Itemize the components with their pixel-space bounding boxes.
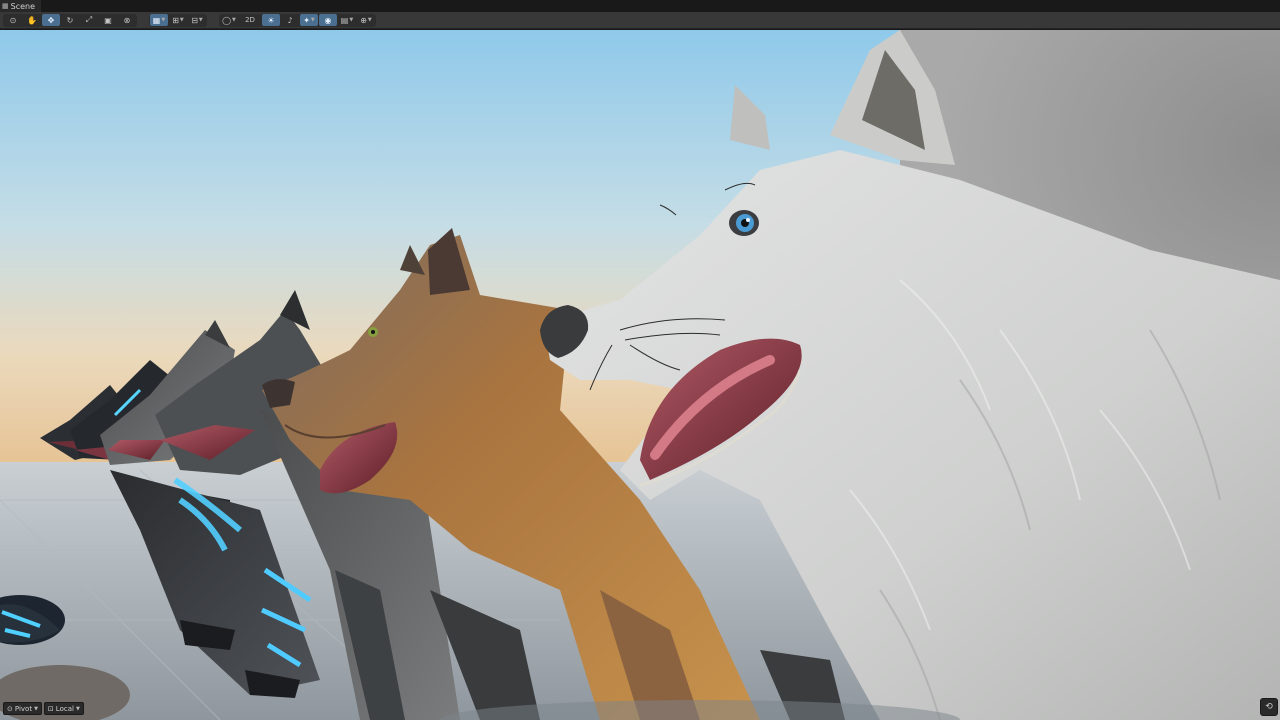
grid-snap-icon[interactable]: ⊞▼ — [169, 14, 187, 26]
local-label: Local — [56, 705, 74, 713]
gizmos-dropdown[interactable]: ⊕▼ — [357, 14, 375, 26]
scale-tool-icon[interactable]: ⤢ — [80, 14, 98, 26]
snap-group: ▦▼ ⊞▼ ⊟▼ — [149, 14, 207, 27]
move-tool-icon[interactable]: ✥ — [42, 14, 60, 26]
hand-tool-icon[interactable]: ✋ — [23, 14, 41, 26]
global-grid-icon[interactable]: ▦▼ — [150, 14, 168, 26]
pivot-icon: ⊙ — [7, 705, 13, 713]
unity-editor-scene-window: ▦ Scene ⊙ ✋ ✥ ↻ ⤢ ▣ ⊗ ▦▼ ⊞▼ ⊟▼ ◯▼ 2D ☀ ♪… — [0, 0, 1280, 720]
pivot-dropdown[interactable]: ⊙ Pivot ▼ — [3, 702, 42, 715]
hidden-objects-icon[interactable]: ◉ — [319, 14, 337, 26]
camera-icon: ▤ — [341, 16, 349, 25]
tab-scene-label: Scene — [11, 2, 35, 11]
rect-tool-icon[interactable]: ▣ — [99, 14, 117, 26]
tab-scene[interactable]: ▦ Scene — [0, 0, 41, 12]
effects-icon: ✦ — [303, 16, 310, 25]
scene-orientation-gizmo-icon[interactable]: ⟲ — [1260, 698, 1278, 716]
local-space-icon: ⊡ — [48, 705, 54, 713]
chevron-down-icon: ▼ — [76, 706, 80, 712]
local-dropdown[interactable]: ⊡ Local ▼ — [44, 702, 84, 715]
2d-toggle-button[interactable]: 2D — [239, 14, 261, 26]
view-options-group: ◯▼ 2D ☀ ♪ ✦▼ ◉ ▤▼ ⊕▼ — [219, 14, 376, 27]
pivot-label: Pivot — [15, 705, 32, 713]
scene-render — [0, 30, 1280, 720]
view-tool-icon[interactable]: ⊙ — [4, 14, 22, 26]
grid-icon: ▦ — [2, 2, 9, 10]
gizmos-icon: ⊕ — [360, 16, 367, 25]
effects-dropdown[interactable]: ✦▼ — [300, 14, 318, 26]
tool-group: ⊙ ✋ ✥ ↻ ⤢ ▣ ⊗ — [3, 14, 137, 27]
tab-strip: ▦ Scene — [0, 0, 1280, 12]
chevron-down-icon: ▼ — [34, 706, 38, 712]
camera-settings-dropdown[interactable]: ▤▼ — [338, 14, 356, 26]
increment-snap-icon[interactable]: ⊟▼ — [188, 14, 206, 26]
scene-toolbar: ⊙ ✋ ✥ ↻ ⤢ ▣ ⊗ ▦▼ ⊞▼ ⊟▼ ◯▼ 2D ☀ ♪ ✦▼ ◉ ▤▼… — [0, 12, 1280, 29]
scene-viewport[interactable]: ⊙ Pivot ▼ ⊡ Local ▼ ⟲ — [0, 30, 1280, 720]
rotate-tool-icon[interactable]: ↻ — [61, 14, 79, 26]
draw-mode-dropdown[interactable]: ◯▼ — [220, 14, 238, 26]
lighting-toggle-icon[interactable]: ☀ — [262, 14, 280, 26]
transform-tool-icon[interactable]: ⊗ — [118, 14, 136, 26]
audio-toggle-icon[interactable]: ♪ — [281, 14, 299, 26]
pivot-controls: ⊙ Pivot ▼ ⊡ Local ▼ — [3, 702, 84, 715]
shading-icon: ◯ — [222, 16, 231, 25]
